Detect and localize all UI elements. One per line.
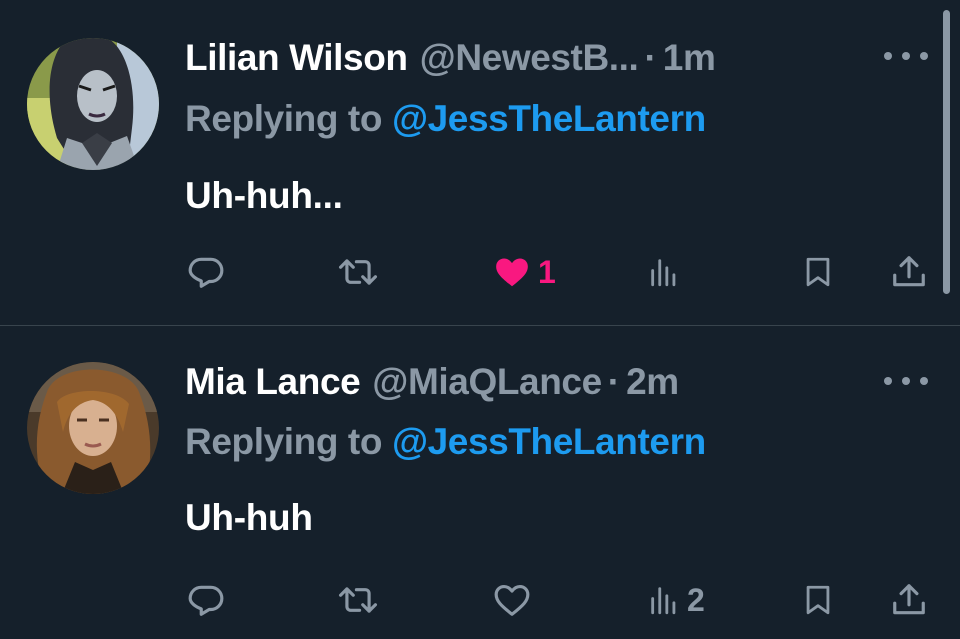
replying-prefix: Replying to: [185, 421, 383, 462]
replying-to: Replying to @JessTheLantern: [185, 420, 706, 464]
reply-button[interactable]: [187, 580, 225, 620]
tweet[interactable]: Lilian Wilson @NewestB... · 1m Replying …: [0, 0, 960, 326]
like-button[interactable]: 1: [492, 252, 556, 292]
tweet-text: Uh-huh...: [185, 175, 343, 216]
heart-icon: [496, 258, 528, 287]
retweet-icon: [339, 587, 377, 613]
views-chart-icon: [651, 259, 676, 287]
action-bar: 1: [0, 252, 960, 292]
avatar[interactable]: [27, 362, 159, 494]
tweet[interactable]: Mia Lance @MiaQLance · 2m Replying to @J…: [0, 326, 960, 639]
timestamp[interactable]: 2m: [626, 360, 679, 404]
action-bar: 2: [0, 580, 960, 620]
retweet-button[interactable]: [337, 580, 379, 620]
bookmark-button[interactable]: [801, 252, 835, 292]
replying-mention-link[interactable]: @JessTheLantern: [392, 98, 706, 139]
more-dots-icon[interactable]: [884, 371, 928, 391]
heart-icon: [494, 584, 530, 616]
display-name[interactable]: Mia Lance: [185, 360, 361, 404]
username-handle[interactable]: @NewestB...: [420, 36, 639, 80]
share-button[interactable]: [890, 580, 928, 620]
tweet-text: Uh-huh: [185, 497, 313, 538]
share-icon: [893, 256, 925, 287]
reply-icon: [188, 585, 224, 616]
separator: ·: [607, 361, 621, 402]
retweet-icon: [339, 259, 377, 285]
username-handle[interactable]: @MiaQLance: [372, 360, 602, 404]
separator: ·: [644, 37, 657, 78]
scrollbar[interactable]: [943, 10, 950, 294]
views-button[interactable]: 2: [647, 580, 705, 620]
tweet-header: Lilian Wilson @NewestB... · 1m: [185, 36, 716, 80]
retweet-button[interactable]: [337, 252, 379, 292]
display-name[interactable]: Lilian Wilson: [185, 36, 408, 80]
replying-prefix: Replying to: [185, 98, 383, 139]
tweet-header: Mia Lance @MiaQLance · 2m: [185, 360, 679, 404]
like-count: 1: [538, 254, 556, 290]
replying-mention-link[interactable]: @JessTheLantern: [392, 421, 706, 462]
replying-to: Replying to @JessTheLantern: [185, 97, 706, 141]
like-button[interactable]: [492, 580, 532, 620]
share-button[interactable]: [890, 252, 928, 292]
timestamp[interactable]: 1m: [663, 36, 716, 80]
bookmark-icon: [806, 257, 830, 287]
bookmark-button[interactable]: [801, 580, 835, 620]
share-icon: [893, 584, 925, 615]
more-dots-icon[interactable]: [884, 46, 928, 66]
views-button[interactable]: [647, 252, 681, 292]
views-chart-icon: [651, 587, 676, 615]
views-count: 2: [687, 582, 705, 618]
reply-button[interactable]: [187, 252, 225, 292]
bookmark-icon: [806, 585, 830, 615]
avatar[interactable]: [27, 38, 159, 170]
reply-icon: [188, 257, 224, 288]
